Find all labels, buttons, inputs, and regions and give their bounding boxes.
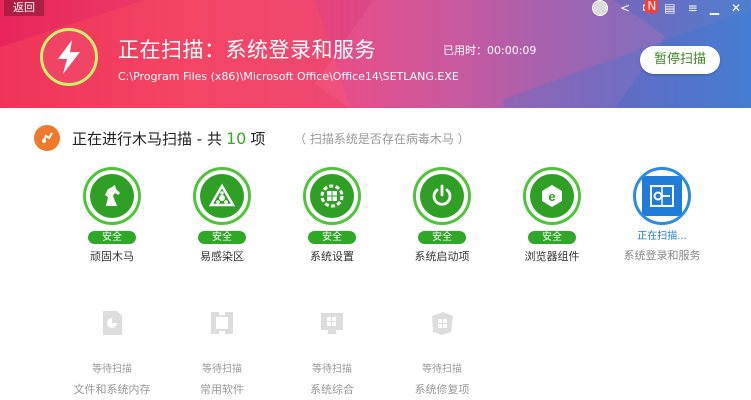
svg-text:e: e [548, 189, 555, 204]
scan-title: 正在扫描：系统登录和服务 [118, 38, 376, 62]
scan-item-label: 系统启动项 [414, 250, 470, 263]
scan-item-ring [413, 167, 471, 225]
menu-icon[interactable]: ≡ [688, 1, 698, 15]
scan-header: 返回 < ✉N ▤ ≡ ▁ ✕ 正在扫描：系统登录和服务 C:\Program … [0, 0, 751, 108]
minimize-icon[interactable]: ▁ [710, 1, 719, 15]
status-badge: 安全 [418, 231, 466, 244]
pause-scan-button[interactable]: 暂停扫描 [640, 46, 720, 74]
waiting-status: 等待扫描 [202, 364, 242, 375]
waiting-status: 等待扫描 [312, 364, 352, 375]
waiting-status: 等待扫描 [422, 364, 462, 375]
status-badge: 安全 [528, 231, 576, 244]
trojan-scan-icon [34, 125, 60, 151]
item-count: 10 [225, 129, 247, 148]
avatar[interactable] [592, 0, 609, 16]
system-repair-icon [427, 308, 457, 338]
scan-item-label: 易感染区 [200, 250, 244, 263]
back-button[interactable]: 返回 [4, 0, 44, 16]
notification-badge: N [645, 0, 659, 13]
scan-current-path: C:\Program Files (x86)\Microsoft Office\… [118, 70, 459, 83]
horse-icon [90, 174, 134, 218]
status-badge: 安全 [308, 231, 356, 244]
notification-icon[interactable]: ✉N [642, 0, 659, 15]
scan-item-ring [633, 167, 691, 225]
waiting-status: 等待扫描 [92, 364, 132, 375]
scan-item-system-repair[interactable]: 等待扫描 系统修复项 [392, 308, 492, 397]
scan-item-label: 顽固木马 [90, 250, 134, 263]
file-memory-icon [97, 308, 127, 338]
scan-item-login-service[interactable]: 正在扫描... 系统登录和服务 [612, 167, 712, 263]
scanning-status: 正在扫描... [637, 231, 687, 242]
windows-gear-icon [310, 174, 354, 218]
lightning-icon [40, 28, 98, 86]
section-title-prefix: 正在进行木马扫描 - 共 [72, 130, 222, 148]
scan-item-system-settings[interactable]: 安全 系统设置 [282, 167, 382, 264]
scan-item-label: 浏览器组件 [524, 250, 580, 263]
scan-item-label: 常用软件 [200, 383, 244, 396]
feedback-icon[interactable]: ▤ [664, 1, 675, 15]
section-title: 正在进行木马扫描 - 共 10 项 [72, 128, 265, 149]
section-title-suffix: 项 [250, 130, 266, 148]
scan-item-trojan[interactable]: 安全 顽固木马 [62, 167, 162, 264]
window-controls: < ✉N ▤ ≡ ▁ ✕ [592, 0, 741, 16]
scan-item-file-memory[interactable]: 等待扫描 文件和系统内存 [62, 308, 162, 397]
scan-item-ring [193, 167, 251, 225]
scan-item-label: 系统修复项 [414, 383, 470, 396]
scan-item-software[interactable]: 等待扫描 常用软件 [172, 308, 272, 397]
scan-item-system-integrated[interactable]: 等待扫描 系统综合 [282, 308, 382, 397]
scan-item-label: 系统综合 [310, 383, 354, 396]
scan-item-ring: e [523, 167, 581, 225]
scan-item-ring [303, 167, 361, 225]
browser-icon: e [530, 174, 574, 218]
scan-item-label: 系统设置 [310, 250, 354, 263]
scan-item-label: 文件和系统内存 [73, 383, 151, 396]
software-icon [207, 308, 237, 338]
scan-item-label: 系统登录和服务 [623, 249, 701, 262]
system-integrated-icon [317, 308, 347, 338]
power-icon [420, 174, 464, 218]
close-icon[interactable]: ✕ [731, 1, 741, 15]
status-badge: 安全 [198, 231, 246, 244]
section-hint: （ 扫描系统是否存在病毒木马 ） [294, 132, 470, 146]
status-badge: 安全 [88, 231, 136, 244]
scan-item-ring [83, 167, 141, 225]
scan-item-infection-area[interactable]: 安全 易感染区 [172, 167, 272, 264]
elapsed-time: 已用时：00:00:09 [443, 44, 537, 57]
scan-item-browser[interactable]: e 安全 浏览器组件 [502, 167, 602, 264]
share-icon[interactable]: < [620, 1, 630, 15]
biohazard-icon [200, 174, 244, 218]
login-service-icon [642, 176, 682, 216]
scan-item-startup[interactable]: 安全 系统启动项 [392, 167, 492, 264]
